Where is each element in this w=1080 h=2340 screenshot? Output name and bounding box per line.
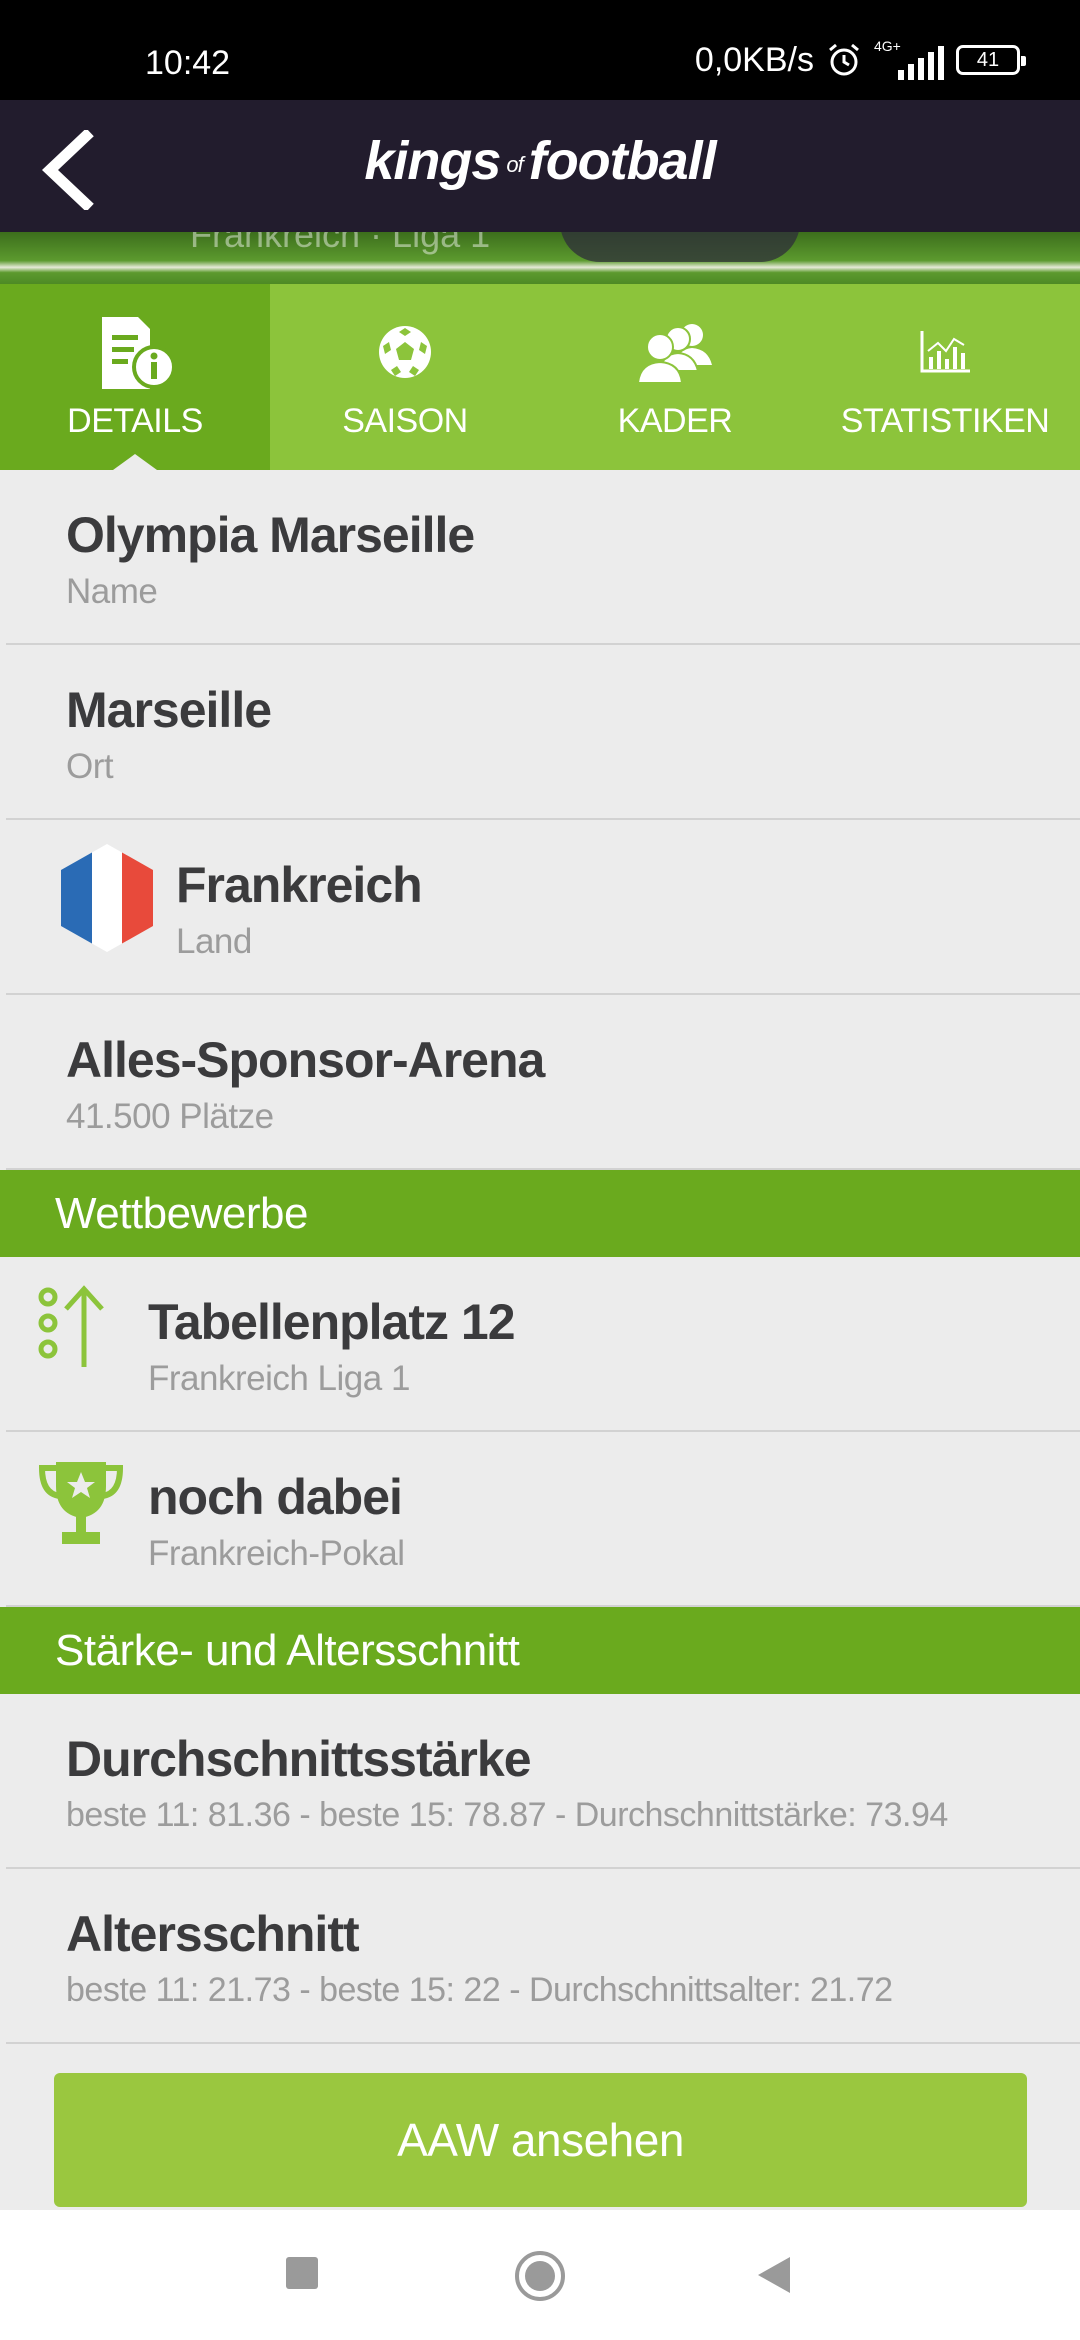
soccer-ball-icon [379, 326, 431, 378]
banner-caption: Frankreich · Liga 1 [190, 232, 491, 255]
strength-row-age: Altersschnitt beste 11: 21.73 - beste 15… [6, 1869, 1080, 2044]
back-icon[interactable] [756, 2255, 792, 2295]
home-icon[interactable] [514, 2250, 566, 2302]
stadium-capacity: 41.500 Plätze [66, 1097, 274, 1136]
competition-title: Tabellenplatz 12 [148, 1294, 516, 1350]
tab-saison[interactable]: SAISON [270, 284, 540, 470]
tab-kader[interactable]: KADER [540, 284, 810, 470]
logo-football: football [528, 131, 717, 191]
team-name: Olympia Marseille [66, 507, 475, 563]
app-logo: kings of football [0, 130, 1080, 192]
competition-sub: Frankreich Liga 1 [148, 1359, 410, 1398]
age-values: beste 11: 21.73 - beste 15: 22 - Durchsc… [66, 1971, 893, 2009]
competition-title: noch dabei [148, 1469, 403, 1525]
app-header: kings of football [0, 100, 1080, 232]
team-city-label: Ort [66, 747, 114, 786]
detail-row-country: Frankreich Land [6, 820, 1080, 995]
section-header-strength: Stärke- und Altersschnitt [0, 1607, 1080, 1694]
banner-player-shape [560, 232, 800, 262]
details-icon [102, 317, 176, 389]
battery-icon: 41 [956, 45, 1026, 75]
tab-label: DETAILS [67, 402, 203, 440]
team-banner-image: Frankreich · Liga 1 [0, 232, 1080, 284]
tab-statistiken[interactable]: STATISTIKEN [810, 284, 1080, 470]
recents-icon[interactable] [284, 2255, 320, 2291]
detail-row-name: Olympia Marseille Name [6, 470, 1080, 645]
view-aaw-button[interactable]: AAW ansehen [54, 2073, 1027, 2207]
competition-sub: Frankreich-Pokal [148, 1534, 405, 1573]
age-title: Altersschnitt [66, 1906, 360, 1962]
detail-row-city: Marseille Ort [6, 645, 1080, 820]
chart-icon [920, 331, 970, 373]
section-header-competitions: Wettbewerbe [0, 1170, 1080, 1257]
team-country-label: Land [176, 922, 252, 961]
tab-details[interactable]: DETAILS [0, 284, 270, 470]
status-icons: 0,0KB/s 4G+ 41 [694, 38, 1026, 80]
detail-row-stadium: Alles-Sponsor-Arena 41.500 Plätze [6, 995, 1080, 1170]
logo-of: of [506, 151, 523, 177]
france-flag-icon [61, 844, 153, 952]
team-name-label: Name [66, 572, 158, 611]
status-time: 10:42 [145, 44, 231, 82]
network-speed: 0,0KB/s [694, 40, 814, 79]
battery-level: 41 [976, 48, 1000, 71]
team-details-list: Olympia Marseille Name Marseille Ort Fra… [0, 470, 1080, 2044]
tab-label: KADER [617, 402, 733, 440]
signal-icon: 4G+ [874, 38, 944, 80]
competition-row-cup[interactable]: noch dabei Frankreich-Pokal [6, 1432, 1080, 1607]
squad-icon [636, 324, 712, 384]
tab-label: SAISON [342, 402, 468, 440]
strength-title: Durchschnittsstärke [66, 1731, 531, 1787]
stadium-name: Alles-Sponsor-Arena [66, 1032, 545, 1088]
tab-label: STATISTIKEN [840, 402, 1050, 440]
status-bar: 10:42 0,0KB/s 4G+ 41 [0, 0, 1080, 100]
competition-row-league[interactable]: Tabellenplatz 12 Frankreich Liga 1 [6, 1257, 1080, 1432]
logo-kings: kings [364, 131, 501, 191]
team-country: Frankreich [176, 857, 423, 913]
system-nav-bar [0, 2210, 1080, 2340]
team-city: Marseille [66, 682, 272, 738]
trophy-icon [38, 1462, 124, 1544]
network-type: 4G+ [874, 38, 901, 54]
rank-up-icon [38, 1285, 104, 1367]
strength-values: beste 11: 81.36 - beste 15: 78.87 - Durc… [66, 1796, 948, 1834]
tab-bar: DETAILS SAISON KADER STATISTIKEN [0, 284, 1080, 470]
strength-row-average: Durchschnittsstärke beste 11: 81.36 - be… [6, 1694, 1080, 1869]
alarm-icon [829, 43, 859, 76]
